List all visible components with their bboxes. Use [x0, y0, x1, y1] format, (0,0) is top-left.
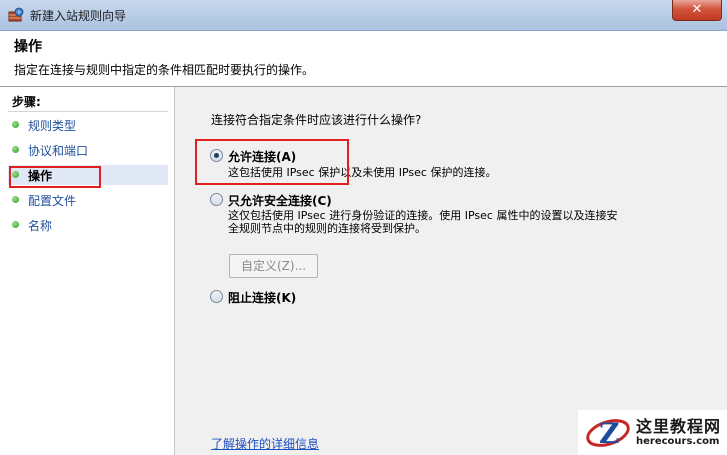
sidebar-item-label: 规则类型 [28, 119, 77, 133]
page-description: 指定在连接与规则中指定的条件相匹配时要执行的操作。 [14, 63, 315, 77]
step-bullet-icon [12, 121, 19, 128]
svg-text:Z: Z [599, 417, 619, 450]
allow-secure-radio[interactable] [210, 193, 223, 206]
sidebar-item-protocol-ports[interactable]: 协议和端口 [8, 140, 168, 160]
sidebar-item-label: 配置文件 [28, 194, 77, 208]
highlight-box-allow-option [195, 139, 349, 185]
step-bullet-icon [12, 221, 19, 228]
customize-button[interactable]: 自定义(Z)... [229, 254, 318, 278]
site-watermark-logo: Z 这里教程网 herecours.com [578, 410, 727, 455]
site-url: herecours.com [636, 436, 720, 447]
action-question: 连接符合指定条件时应该进行什么操作? [211, 113, 422, 127]
sidebar-item-label: 协议和端口 [28, 144, 89, 158]
steps-label: 步骤: [12, 95, 41, 109]
window-title: 新建入站规则向导 [30, 9, 127, 23]
allow-secure-label[interactable]: 只允许安全连接(C) [228, 192, 332, 209]
step-bullet-icon [12, 146, 19, 153]
close-icon: ✕ [691, 2, 703, 17]
page-title: 操作 [14, 39, 42, 55]
learn-more-link[interactable]: 了解操作的详细信息 [211, 435, 319, 452]
sidebar-item-label: 名称 [28, 219, 53, 233]
wizard-header: 操作 指定在连接与规则中指定的条件相匹配时要执行的操作。 [0, 31, 727, 87]
main-panel: 连接符合指定条件时应该进行什么操作? 允许连接(A) 这包括使用 IPsec 保… [175, 87, 727, 455]
allow-secure-desc-line1: 这仅包括使用 IPsec 进行身份验证的连接。使用 IPsec 属性中的设置以及… [228, 209, 618, 222]
steps-sidebar: 步骤: 规则类型 协议和端口 操作 配置文件 名称 [0, 87, 175, 455]
site-logo-icon: Z [586, 417, 630, 450]
steps-divider [8, 111, 168, 112]
site-name: 这里教程网 [636, 417, 722, 436]
block-connection-label[interactable]: 阻止连接(K) [228, 289, 296, 306]
sidebar-item-name[interactable]: 名称 [8, 215, 168, 235]
block-connection-radio[interactable] [210, 290, 223, 303]
sidebar-item-rule-type[interactable]: 规则类型 [8, 115, 168, 135]
firewall-app-icon [8, 7, 24, 22]
close-button[interactable]: ✕ [672, 0, 722, 21]
step-bullet-icon [12, 196, 19, 203]
highlight-box-current-step [9, 166, 101, 188]
allow-secure-desc-line2: 全规则节点中的规则的连接将受到保护。 [228, 222, 426, 235]
sidebar-item-profile[interactable]: 配置文件 [8, 190, 168, 210]
title-bar: 新建入站规则向导 ✕ [0, 0, 727, 31]
